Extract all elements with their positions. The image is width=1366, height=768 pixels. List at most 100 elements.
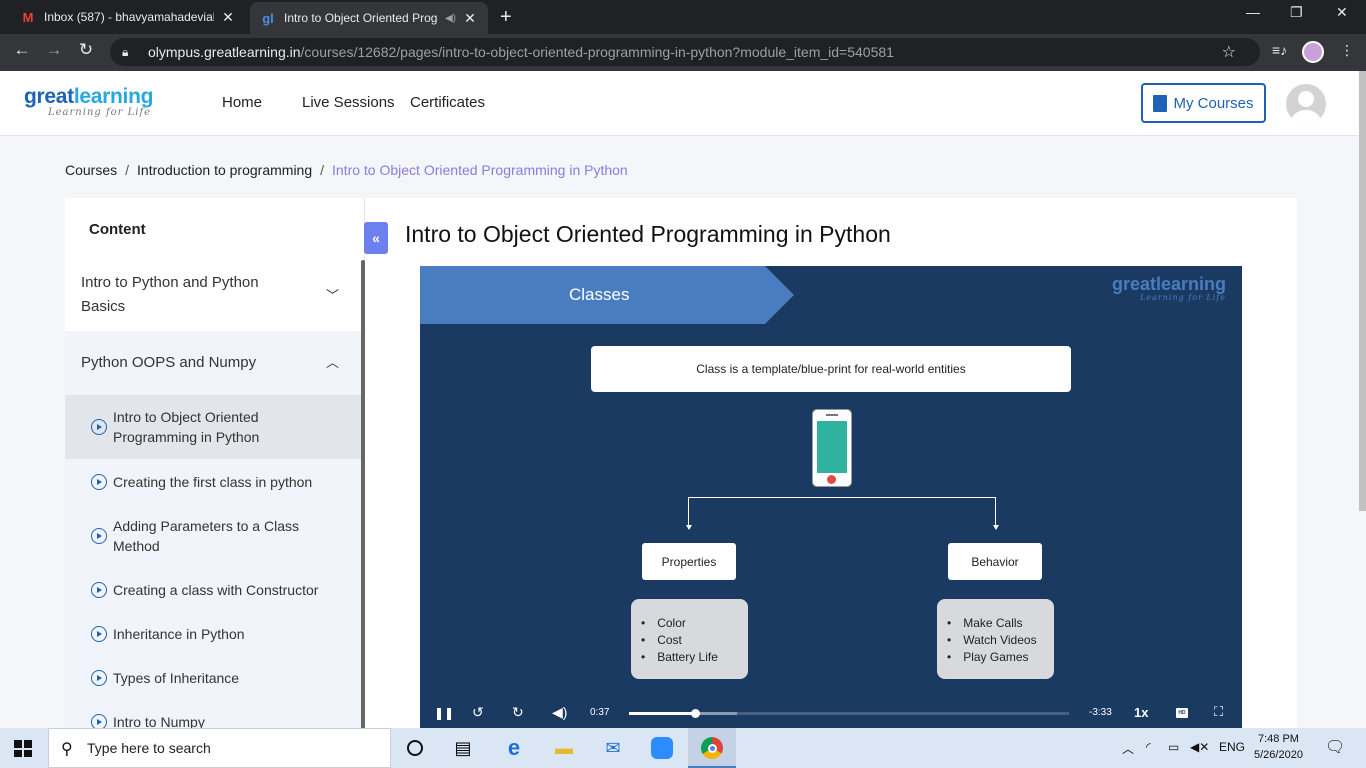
tab-gmail[interactable]: M Inbox (587) - bhavyamahadeviah ✕	[10, 0, 246, 34]
module-python-oops[interactable]: Python OOPS and Numpy ︿	[65, 351, 361, 375]
list-item: Color	[641, 615, 748, 632]
collapse-sidebar-button[interactable]: «	[364, 222, 388, 254]
list-item: Cost	[641, 632, 748, 649]
elapsed-time: 0:37	[590, 707, 610, 718]
breadcrumb-separator: /	[320, 162, 325, 178]
speed-button[interactable]: 1x	[1134, 705, 1148, 720]
language-indicator[interactable]: ENG	[1219, 740, 1245, 754]
fullscreen-icon[interactable]: ⛶	[1214, 704, 1223, 720]
lesson-item[interactable]: Inheritance in Python	[65, 623, 361, 645]
my-courses-label: My Courses	[1173, 94, 1254, 112]
taskbar-search-input[interactable]: ⚲ Type here to search	[48, 728, 391, 768]
lesson-title-line1: Adding Parameters to a Class	[113, 518, 299, 534]
logo-learning: learning	[73, 85, 154, 108]
clock[interactable]: 7:48 PM 5/26/2020	[1254, 731, 1303, 763]
task-view-icon[interactable]: ▤	[446, 734, 480, 762]
breadcrumb-intro-programming[interactable]: Introduction to programming	[137, 162, 312, 178]
lesson-title: Types of Inheritance	[113, 670, 240, 686]
chevron-down-icon: ﹀	[325, 288, 339, 303]
battery-icon[interactable]: ▭	[1168, 740, 1179, 754]
back-icon[interactable]: ←	[10, 40, 34, 60]
close-tab-icon[interactable]: ✕	[462, 10, 478, 27]
wifi-icon[interactable]: ◜	[1146, 740, 1151, 754]
mail-icon[interactable]: ✉	[596, 734, 630, 762]
nav-live-sessions[interactable]: Live Sessions	[302, 94, 395, 111]
close-tab-icon[interactable]: ✕	[220, 9, 236, 26]
minimize-icon[interactable]: —	[1246, 4, 1260, 20]
zoom-icon[interactable]	[645, 734, 679, 762]
nav-home[interactable]: Home	[222, 94, 262, 111]
breadcrumb-courses[interactable]: Courses	[65, 162, 117, 178]
browser-toolbar: ← → ↻ 🔒︎ olympus.greatlearning.in/course…	[0, 34, 1366, 71]
edge-icon[interactable]: e	[497, 734, 531, 762]
video-controls: ❚❚ ↺ ↻ ◀) 0:37 -3:33 1x HD ⛶	[420, 698, 1242, 728]
file-explorer-icon[interactable]: ▬	[547, 734, 581, 762]
bookmark-star-icon[interactable]: ☆	[1222, 42, 1236, 62]
video-player[interactable]: Classes greatlearning Learning for Life …	[420, 266, 1242, 728]
forward-icon[interactable]: →	[42, 40, 66, 60]
lesson-item[interactable]: Types of Inheritance	[65, 667, 361, 689]
module-python-basics[interactable]: Intro to Python and Python Basics ﹀	[65, 271, 361, 319]
connector-line	[688, 497, 689, 525]
page-scrollbar[interactable]	[1359, 71, 1366, 511]
slide-banner-text: Classes	[569, 285, 630, 304]
volume-mute-icon[interactable]: ◀✕	[1190, 740, 1209, 754]
chevron-up-icon: ︿	[325, 355, 339, 370]
definition-box: Class is a template/blue-print for real-…	[591, 346, 1071, 392]
play-circle-icon	[91, 419, 107, 435]
windows-taskbar: ⚲ Type here to search ▤ e ▬ ✉ ︿ ◜ ▭ ◀✕ E…	[0, 728, 1366, 768]
address-bar[interactable]: 🔒︎ olympus.greatlearning.in/courses/1268…	[110, 38, 1260, 66]
list-item: Battery Life	[641, 649, 748, 666]
list-item: Play Games	[947, 649, 1054, 666]
play-circle-icon	[91, 626, 107, 642]
tab-title: Inbox (587) - bhavyamahadeviah	[44, 10, 214, 24]
reload-icon[interactable]: ↻	[74, 40, 98, 60]
scrubber-handle[interactable]	[691, 709, 700, 718]
user-avatar[interactable]	[1286, 84, 1326, 124]
restore-icon[interactable]: ❐	[1290, 4, 1303, 21]
lesson-title-line1: Intro to Object Oriented	[113, 409, 259, 425]
new-tab-button[interactable]: +	[500, 6, 512, 29]
breadcrumb-separator: /	[125, 162, 130, 178]
site-header: greatlearning Learning for Life Home Liv…	[0, 71, 1366, 136]
pause-icon[interactable]: ❚❚	[434, 706, 454, 720]
video-logo-great: great	[1111, 274, 1156, 294]
chevron-up-icon[interactable]: ︿	[1122, 740, 1134, 757]
logo-great: great	[24, 85, 74, 108]
remaining-time: -3:33	[1089, 707, 1112, 718]
sidebar-heading: Content	[89, 221, 146, 238]
notifications-icon[interactable]: 🗨︎	[1325, 737, 1345, 757]
tab-greatlearning[interactable]: gl Intro to Object Oriented Prog ◀) ✕	[250, 2, 488, 34]
logo-tagline: Learning for Life	[48, 107, 152, 118]
windows-start-icon[interactable]	[14, 740, 32, 757]
greatlearning-logo[interactable]: greatlearning Learning for Life	[24, 85, 153, 118]
browser-profile-avatar[interactable]	[1302, 41, 1324, 63]
page-title: Intro to Object Oriented Programming in …	[405, 221, 891, 247]
rewind-icon[interactable]: ↺	[472, 704, 484, 721]
sidebar-scrollbar[interactable]	[361, 260, 365, 738]
url-domain: olympus.greatlearning.in	[148, 44, 301, 60]
nav-certificates[interactable]: Certificates	[410, 94, 485, 111]
play-circle-icon	[91, 670, 107, 686]
menu-icon[interactable]: ⋮	[1340, 42, 1354, 59]
clock-time: 7:48 PM	[1257, 733, 1299, 745]
lock-icon: 🔒︎	[122, 44, 129, 59]
clock-date: 5/26/2020	[1254, 749, 1303, 761]
chrome-icon[interactable]	[695, 734, 729, 762]
lesson-item[interactable]: Adding Parameters to a Class Method	[65, 515, 361, 557]
lesson-item[interactable]: Intro to Object Oriented Programming in P…	[65, 395, 361, 459]
lesson-item[interactable]: Creating the first class in python	[65, 471, 361, 493]
my-courses-button[interactable]: My Courses	[1141, 83, 1266, 123]
media-control-icon[interactable]: ≡♪	[1272, 42, 1287, 58]
browser-tabbar: M Inbox (587) - bhavyamahadeviah ✕ gl In…	[0, 0, 1366, 34]
lesson-item[interactable]: Creating a class with Constructor	[65, 579, 361, 601]
forward-icon[interactable]: ↻	[512, 704, 524, 721]
cortana-icon[interactable]	[398, 734, 432, 762]
hd-icon[interactable]: HD	[1176, 708, 1188, 718]
tab-title: Intro to Object Oriented Prog	[284, 11, 438, 25]
connector-line	[995, 497, 996, 525]
close-window-icon[interactable]: ✕	[1336, 4, 1348, 21]
breadcrumb-current: Intro to Object Oriented Programming in …	[332, 162, 628, 178]
volume-icon[interactable]: ◀)	[552, 704, 567, 721]
play-circle-icon	[91, 582, 107, 598]
